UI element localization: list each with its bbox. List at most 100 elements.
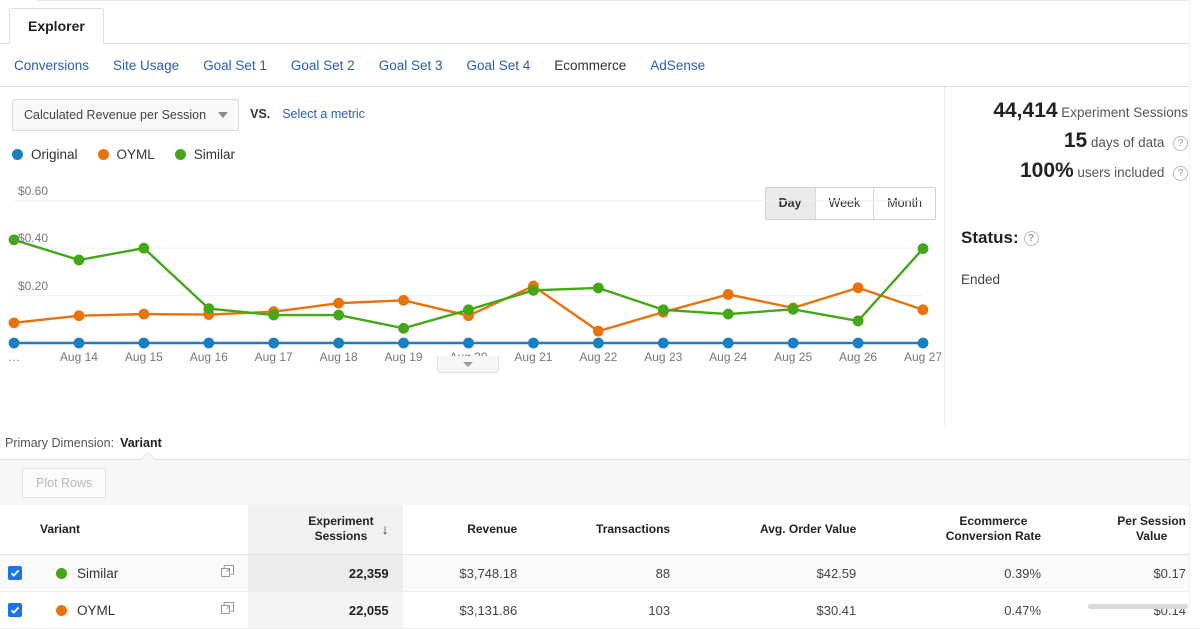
legend-item-similar[interactable]: Similar [174,147,235,162]
row-checkbox[interactable] [8,603,22,617]
right-edge-gutter [1189,0,1200,611]
variant-name[interactable]: OYML [77,603,115,618]
tab-explorer-label: Explorer [28,18,85,34]
data-point-oyml[interactable] [852,282,864,294]
data-point-oyml[interactable] [8,317,20,329]
table-body: Similar 22,359 $3,748.18 88 $42.59 0.39% $0.17… [0,554,1200,629]
experiment-sessions-value: 44,414 [993,99,1058,122]
row-checkbox[interactable] [8,566,22,580]
data-point-original[interactable] [203,337,215,349]
data-point-similar[interactable] [333,309,345,321]
data-point-original[interactable] [398,337,409,349]
subnav-item-goal-set-2[interactable]: Goal Set 2 [291,58,355,73]
data-point-original[interactable] [852,337,864,349]
legend-dot-icon [97,148,109,160]
primary-dimension: Primary Dimension: Variant [0,426,1200,459]
plot-rows-button[interactable]: Plot Rows [22,467,107,498]
x-axis-tick-label: Aug 14 [59,350,98,364]
plot-rows-bar: Plot Rows [0,459,1200,505]
chart-pane: Calculated Revenue per Session VS. Selec… [0,87,945,426]
data-point-oyml[interactable] [398,294,409,306]
open-in-new-window-icon[interactable] [220,602,234,618]
table-row[interactable]: OYML 22,055 $3,131.86 103 $30.41 0.47% $0.14 [0,591,1200,629]
column-header-variant[interactable]: Variant [0,505,248,555]
help-icon[interactable]: ? [1173,166,1188,182]
data-point-similar[interactable] [592,282,604,294]
days-of-data-label: days of data [1090,135,1165,151]
data-point-oyml[interactable] [722,288,734,300]
help-icon[interactable]: ? [1173,136,1188,152]
column-header-label: Avg. Order Value [759,522,857,536]
variant-name[interactable]: Similar [77,566,118,581]
legend-item-oyml[interactable]: OYML [97,147,155,162]
data-point-similar[interactable] [787,303,799,315]
data-point-similar[interactable] [852,315,864,327]
data-point-original[interactable] [528,337,539,349]
data-point-similar[interactable] [268,309,280,321]
data-point-original[interactable] [917,337,929,349]
data-point-original[interactable] [73,337,85,349]
subnav-item-goal-set-1[interactable]: Goal Set 1 [203,58,267,73]
data-point-similar[interactable] [657,304,669,316]
column-header-ecommerce-conversion-rate[interactable]: Ecommerce Conversion Rate [870,505,1056,555]
users-included-value: 100% [1019,159,1074,183]
data-point-original[interactable] [657,337,669,349]
data-point-original[interactable] [463,337,474,349]
horizontal-scrollbar[interactable] [1088,604,1188,609]
subnav-item-goal-set-3[interactable]: Goal Set 3 [379,58,443,73]
open-in-new-window-icon[interactable] [220,565,234,581]
metric-select[interactable]: Calculated Revenue per Session [12,99,240,131]
data-point-similar[interactable] [398,322,409,334]
data-point-oyml[interactable] [917,304,929,316]
chart-legend: Original OYML Similar [0,135,944,165]
data-point-oyml[interactable] [138,308,150,320]
legend-item-original[interactable]: Original [12,147,78,162]
data-point-original[interactable] [268,337,280,349]
help-icon[interactable]: ? [1023,230,1039,246]
data-point-original[interactable] [8,337,20,349]
status-badge: Ended [961,272,1001,288]
subnav-item-ecommerce[interactable]: Ecommerce [554,58,626,73]
data-point-similar[interactable] [138,242,150,254]
subnav-item-goal-set-4[interactable]: Goal Set 4 [466,58,530,73]
collapse-chart-handle[interactable] [437,356,499,373]
table-row[interactable]: Similar 22,359 $3,748.18 88 $42.59 0.39% $0.17 [0,554,1200,592]
subnav-item-adsense[interactable]: AdSense [650,58,705,73]
data-point-similar[interactable] [917,243,929,255]
legend-label: Original [31,146,78,162]
column-header-avg-order-value[interactable]: Avg. Order Value [684,505,871,555]
data-point-original[interactable] [722,337,734,349]
data-point-similar[interactable] [722,308,734,320]
column-header-label: Per Session Value [1117,514,1186,543]
cell-variant: Similar [0,554,248,592]
data-point-original[interactable] [592,337,604,349]
select-a-metric-link[interactable]: Select a metric [282,107,365,121]
subnav-item-site-usage[interactable]: Site Usage [113,58,179,73]
data-point-original[interactable] [333,337,345,349]
tab-explorer[interactable]: Explorer [9,8,104,45]
data-point-similar[interactable] [73,254,85,266]
data-point-similar[interactable] [203,303,215,315]
column-header-per-session-value[interactable]: Per Session Value [1055,505,1200,555]
data-point-oyml[interactable] [592,325,604,337]
variant-color-dot-icon [56,567,67,579]
column-header-experiment-sessions[interactable]: Experiment Sessions ↓ [247,505,403,555]
data-point-similar[interactable] [528,284,539,296]
days-of-data-value: 15 [1063,129,1088,153]
subnav-item-conversions[interactable]: Conversions [14,58,89,73]
x-axis-tick-label: Aug 16 [189,350,228,364]
data-point-oyml[interactable] [333,297,345,309]
x-axis-tick-label: Aug 26 [839,350,878,364]
data-point-original[interactable] [787,337,799,349]
cell-experiment-sessions: 22,359 [247,554,403,592]
x-axis-tick-label: … [8,350,20,364]
column-header-revenue[interactable]: Revenue [402,505,532,555]
data-point-similar[interactable] [463,304,474,316]
column-header-label: Experiment Sessions [308,514,374,543]
column-header-label: Ecommerce Conversion Rate [945,514,1042,543]
data-point-original[interactable] [138,337,150,349]
data-point-oyml[interactable] [73,310,85,322]
primary-dimension-value[interactable]: Variant [120,436,162,450]
column-header-transactions[interactable]: Transactions [531,505,685,555]
x-axis-tick-label: Aug 24 [709,350,748,364]
